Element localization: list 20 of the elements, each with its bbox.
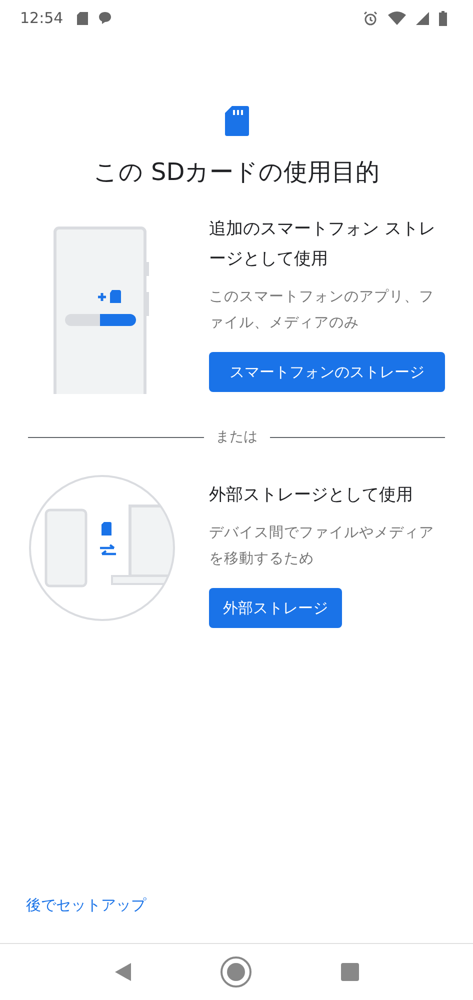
signal-icon	[416, 12, 429, 24]
separator-label: または	[216, 428, 258, 446]
wifi-icon	[388, 11, 406, 25]
sd-card-icon	[224, 106, 248, 136]
option-description: このスマートフォンのアプリ、ファイル、メディアのみ	[209, 288, 435, 333]
message-icon	[98, 11, 112, 25]
recents-icon[interactable]	[340, 963, 358, 981]
status-time: 12:54	[20, 9, 64, 27]
battery-icon	[439, 10, 447, 26]
alarm-icon	[363, 10, 378, 26]
setup-later-link[interactable]: 後でセットアップ	[26, 896, 146, 915]
storage-button[interactable]: スマートフォンのストレージ	[209, 352, 445, 392]
page-title: この SDカードの使用目的	[92, 157, 381, 188]
option-heading: 追加のスマートフォン ストレージとして使用	[209, 218, 436, 271]
sd-card-icon	[77, 12, 88, 24]
home-icon[interactable]	[220, 956, 252, 988]
option-description: デバイス間でファイルやメディアを移動するため	[209, 524, 435, 569]
storage-button[interactable]: 外部ストレージ	[209, 588, 342, 628]
option-heading: 外部ストレージとして使用	[209, 484, 414, 507]
back-icon[interactable]	[114, 963, 130, 981]
